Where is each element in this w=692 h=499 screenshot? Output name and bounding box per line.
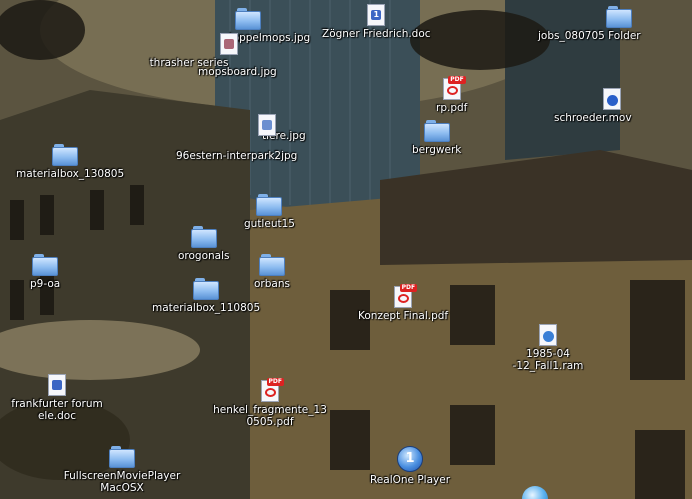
icon-label: henkel_fragmente_13 0505.pdf <box>213 404 327 428</box>
folder-icon <box>52 144 79 166</box>
pdf-file-icon: PDF <box>442 76 466 100</box>
movie-file-icon <box>602 88 621 110</box>
icon-label: bergwerk <box>412 144 462 156</box>
folder-icon <box>256 194 283 216</box>
folder-icon <box>109 446 135 468</box>
desktop-icon-tiere-jpg[interactable]: tiere.jpg <box>228 114 306 142</box>
desktop-icon-schroeder-mov[interactable]: schroeder.mov <box>554 88 632 124</box>
folder-icon <box>423 120 450 142</box>
icon-label: schroeder.mov <box>554 112 632 124</box>
desktop-icon-fullscreen-movie-player[interactable]: FullscreenMoviePlayer MacOSX <box>50 446 194 494</box>
word-document-icon: 1 <box>367 4 386 26</box>
desktop-icon-konzept-final[interactable]: PDF Konzept Final.pdf <box>358 284 449 322</box>
jpeg-file-icon <box>257 114 276 136</box>
desktop-icon-rp-pdf[interactable]: PDF rp.pdf <box>436 76 468 114</box>
icon-label: orogonals <box>178 250 230 262</box>
desktop-icon-zoegner[interactable]: 1 Zögner Friedrich.doc <box>322 4 431 40</box>
realone-app-icon: 1 <box>397 446 423 472</box>
desktop-icon-realone-player[interactable]: 1 RealOne Player <box>362 446 458 486</box>
desktop-icon-frankfurter-forum[interactable]: frankfurter forum ele.doc <box>2 374 112 422</box>
icon-label: jobs_080705 Folder <box>538 30 641 42</box>
icon-label: gutleut15 <box>244 218 295 230</box>
desktop-icon-henkel-fragmente[interactable]: PDF henkel_fragmente_13 0505.pdf <box>202 378 338 428</box>
icon-label: materialbox_130805 <box>16 168 125 180</box>
folder-icon <box>193 278 220 300</box>
wallpaper <box>0 0 692 499</box>
desktop-icon-bergwerk[interactable]: bergwerk <box>412 120 461 156</box>
folder-icon <box>190 226 217 248</box>
icon-label: Zögner Friedrich.doc <box>322 28 431 40</box>
icon-label: Konzept Final.pdf <box>358 310 449 322</box>
desktop-icon-globe-app[interactable] <box>522 486 548 499</box>
realmedia-file-icon <box>539 324 557 346</box>
desktop-icon-materialbox-130805[interactable]: materialbox_130805 <box>16 144 124 180</box>
folder-icon <box>258 254 285 276</box>
icon-label: 1985-04 -12_Fall1.ram <box>512 348 584 372</box>
icon-label: frankfurter forum ele.doc <box>11 398 103 422</box>
icon-label: p9-oa <box>30 278 61 290</box>
desktop-icon-gutleut15[interactable]: gutleut15 <box>244 194 295 230</box>
folder-icon <box>606 6 633 28</box>
desktop-icon-jobs-folder[interactable]: jobs_080705 Folder <box>538 6 641 42</box>
word-document-icon <box>48 374 66 396</box>
desktop-icon-mopsboard[interactable]: mopsboard.jpg <box>198 64 277 78</box>
icon-label: RealOne Player <box>369 474 451 486</box>
pdf-file-icon: PDF <box>261 378 284 402</box>
folder-icon <box>235 8 262 30</box>
desktop-icon-orogonals[interactable]: orogonals <box>178 226 230 262</box>
desktop[interactable]: doppelmops.jpg thrasher series mopsboard… <box>0 0 692 499</box>
icon-label: 96estern-interpark2jpg <box>176 150 298 162</box>
folder-icon <box>32 254 59 276</box>
jpeg-file-icon <box>220 33 238 55</box>
icon-label: materialbox_110805 <box>152 302 261 314</box>
globe-app-icon <box>522 486 548 499</box>
icon-label: FullscreenMoviePlayer MacOSX <box>63 470 181 494</box>
icon-label: rp.pdf <box>436 102 468 114</box>
desktop-icon-1985-ram[interactable]: 1985-04 -12_Fall1.ram <box>510 324 586 372</box>
desktop-icon-p9-oa[interactable]: p9-oa <box>30 254 60 290</box>
pdf-file-icon: PDF <box>394 284 418 308</box>
desktop-icon-96estern[interactable]: 96estern-interpark2jpg <box>176 148 297 162</box>
icon-label: mopsboard.jpg <box>198 66 277 78</box>
desktop-icon-materialbox-110805[interactable]: materialbox_110805 <box>152 278 260 314</box>
icon-label: doppelmops.jpg <box>226 32 311 44</box>
